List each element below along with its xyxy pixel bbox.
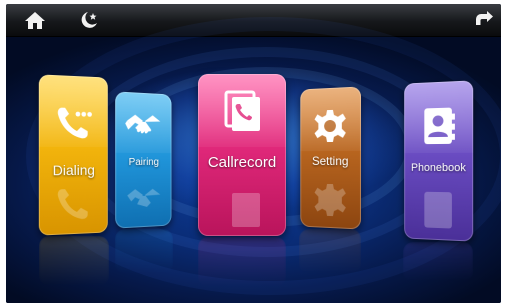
call-record-icon (220, 184, 264, 230)
phonebook-icon (419, 190, 458, 231)
card-reflection (403, 242, 473, 282)
handshake-icon (125, 185, 162, 216)
card-reflection (39, 236, 109, 286)
phone-icon (54, 103, 93, 142)
moon-star-icon (78, 9, 100, 31)
night-mode-button[interactable] (74, 7, 104, 33)
app-label: Callrecord (198, 154, 286, 171)
gear-icon (313, 182, 348, 219)
app-label: Dialing (39, 162, 108, 179)
app-label: Phonebook (404, 162, 473, 174)
card-reflection (115, 229, 173, 274)
card-reflection (299, 229, 361, 274)
app-card-phonebook[interactable]: Phonebook (404, 80, 473, 241)
gear-icon (313, 107, 348, 144)
card-reflection (198, 237, 286, 287)
phonebook-icon (419, 105, 458, 146)
home-button[interactable] (20, 7, 50, 33)
back-arrow-icon (472, 10, 494, 30)
app-card-callrecord[interactable]: Callrecord (198, 74, 286, 236)
app-label: Setting (300, 154, 361, 168)
home-icon (24, 10, 46, 30)
app-card-dialing[interactable]: Dialing (39, 74, 108, 235)
app-card-pairing[interactable]: Pairing (115, 91, 171, 228)
phone-icon (54, 184, 93, 225)
call-record-icon (220, 88, 264, 134)
app-label: Pairing (115, 157, 171, 168)
device-frame: Dialing Pairing Callrecord Setting Phone… (0, 0, 507, 307)
handshake-icon (125, 110, 162, 141)
back-button[interactable] (468, 7, 498, 33)
screen: Dialing Pairing Callrecord Setting Phone… (6, 4, 501, 303)
app-card-setting[interactable]: Setting (300, 86, 361, 229)
